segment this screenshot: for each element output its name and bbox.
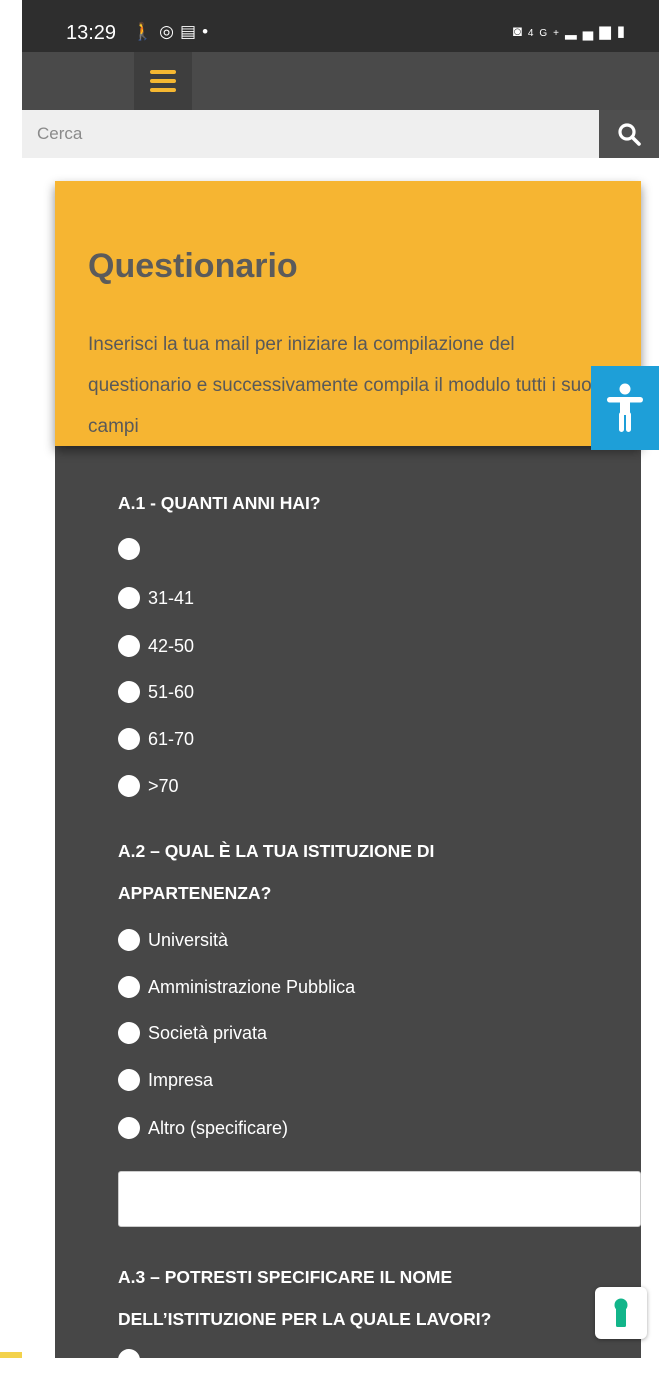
option-label: Amministrazione Pubblica (148, 976, 356, 997)
radio-button[interactable] (118, 1349, 140, 1371)
app-icon: ◎ (159, 22, 181, 41)
menu-line (150, 88, 176, 92)
keyhole-icon (614, 1298, 628, 1327)
privacy-button[interactable] (595, 1287, 647, 1339)
edge-indicator (0, 1352, 22, 1358)
option-a1-4[interactable]: 51-60 (118, 678, 194, 706)
radio-button[interactable] (118, 681, 140, 703)
radio-button[interactable] (118, 728, 140, 750)
option-label: Società privata (148, 1022, 268, 1043)
page-title: Questionario (88, 247, 298, 285)
radio-button[interactable] (118, 775, 140, 797)
question-a1-label: A.1 - QUANTI ANNI HAI? (118, 493, 321, 513)
option-a1-6[interactable]: >70 (118, 772, 179, 800)
option-a2-2[interactable]: Amministrazione Pubblica (118, 973, 355, 1001)
intro-text: Inserisci la tua mail per iniziare la co… (88, 334, 596, 437)
search-icon (618, 123, 641, 146)
option-a2-4[interactable]: Impresa (118, 1066, 213, 1094)
radio-button[interactable] (118, 1069, 140, 1091)
option-a1-2[interactable]: 31-41 (118, 584, 194, 612)
option-label: Impresa (148, 1069, 214, 1090)
signal-icon: ▂▄▆ (565, 23, 617, 40)
radio-button[interactable] (118, 1117, 140, 1139)
hamburger-menu-button[interactable] (134, 52, 192, 110)
battery-icon: ▮ (616, 23, 631, 40)
search-bar (22, 110, 659, 158)
option-label: 31-41 (148, 587, 195, 608)
menu-line (150, 79, 176, 83)
radio-button[interactable] (118, 1022, 140, 1044)
question-a2-label: A.2 – QUAL È LA TUA ISTITUZIONE DI APPAR… (118, 841, 435, 903)
option-a2-3[interactable]: Società privata (118, 1019, 267, 1047)
accessibility-icon (607, 383, 643, 432)
questionnaire-header-card: Questionario Inserisci la tua mail per i… (55, 181, 641, 446)
status-time: 13:29 (66, 22, 117, 44)
question-a3-label: A.3 – POTRESTI SPECIFICARE IL NOME DELL’… (118, 1267, 492, 1329)
option-a1-3[interactable]: 42-50 (118, 632, 194, 660)
option-a2-1[interactable]: Università (118, 926, 228, 954)
radio-button[interactable] (118, 587, 140, 609)
menu-line (150, 70, 176, 74)
accessibility-button[interactable] (591, 366, 659, 450)
status-icons-right: ◙4G+▂▄▆▮ (513, 22, 631, 40)
app-header (22, 52, 659, 110)
option-a1-5[interactable]: 61-70 (118, 725, 194, 753)
other-specify-input[interactable] (118, 1171, 641, 1227)
option-a2-5[interactable]: Altro (specificare) (118, 1114, 288, 1142)
option-label: 51-60 (148, 681, 195, 702)
search-button[interactable] (599, 110, 659, 158)
status-icons-left: 🚶◎▤• (132, 22, 214, 42)
battery-saver-icon: ◙ (512, 23, 528, 40)
walk-icon: 🚶 (132, 22, 160, 41)
option-label: Università (148, 929, 229, 950)
option-label: 61-70 (148, 728, 195, 749)
option-label: Altro (specificare) (148, 1117, 289, 1138)
option-a1-1[interactable] (118, 535, 148, 563)
radio-button[interactable] (118, 635, 140, 657)
option-a3-1[interactable] (118, 1346, 148, 1374)
4g-icon: 4G+ (527, 28, 566, 39)
calendar-icon: ▤ (180, 22, 203, 41)
option-label: >70 (148, 775, 179, 796)
radio-button[interactable] (118, 538, 140, 560)
dot-icon: • (202, 22, 215, 41)
option-label: 42-50 (148, 635, 195, 656)
search-input[interactable] (22, 110, 599, 158)
status-bar: 13:29 🚶◎▤• ◙4G+▂▄▆▮ (22, 0, 659, 52)
radio-button[interactable] (118, 929, 140, 951)
radio-button[interactable] (118, 976, 140, 998)
